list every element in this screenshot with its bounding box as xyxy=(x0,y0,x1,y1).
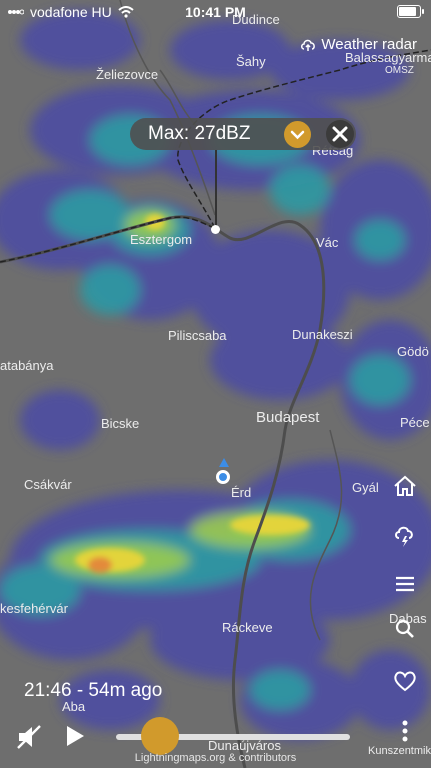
chevron-down-icon[interactable] xyxy=(284,121,311,148)
radar-title[interactable]: Weather radar xyxy=(300,36,417,53)
max-location-dot xyxy=(211,225,220,234)
city-label: Esztergom xyxy=(130,232,192,247)
city-label: Gyál xyxy=(352,480,379,495)
close-icon[interactable] xyxy=(326,120,354,148)
city-label: Csákvár xyxy=(24,477,72,492)
home-icon[interactable] xyxy=(391,472,419,500)
search-icon[interactable] xyxy=(391,615,419,643)
map-credit: Lightningmaps.org & contributors xyxy=(134,752,297,764)
city-label: Vác xyxy=(316,235,339,250)
city-label: Bicske xyxy=(101,416,139,431)
heart-icon[interactable] xyxy=(391,667,419,695)
city-label: Budapest xyxy=(256,409,320,426)
radar-title-label: Weather radar xyxy=(321,36,417,53)
max-pointer-line xyxy=(215,150,217,228)
status-time: 10:41 PM xyxy=(185,4,246,20)
menu-icon[interactable] xyxy=(391,570,419,598)
city-label: Érd xyxy=(231,485,251,500)
timeline-slider-thumb[interactable] xyxy=(141,717,180,755)
mute-icon[interactable] xyxy=(16,724,44,755)
radar-map[interactable]: Dudince Želiezovce Šahy Balassagyarmat O… xyxy=(0,0,431,768)
status-bar: vodafone HU 10:41 PM xyxy=(0,0,431,26)
city-label: kesfehérvár xyxy=(0,601,69,616)
max-reflectivity-box: Max: 27dBZ xyxy=(130,118,356,150)
max-reflectivity-label: Max: 27dBZ xyxy=(148,123,251,144)
city-label: OMSZ xyxy=(385,65,414,76)
city-label: Želiezovce xyxy=(96,67,158,82)
city-label: Šahy xyxy=(236,54,266,69)
city-label: atabánya xyxy=(0,358,54,373)
cloud-upload-icon xyxy=(301,39,316,51)
city-label: Ráckeve xyxy=(222,620,273,635)
play-icon[interactable] xyxy=(64,724,86,753)
city-label: Gödö xyxy=(397,344,429,359)
city-label: Péce xyxy=(400,415,430,430)
battery-icon xyxy=(397,5,424,18)
storm-icon[interactable] xyxy=(391,522,419,550)
city-label: Dunakeszi xyxy=(292,327,353,342)
current-location-icon[interactable] xyxy=(216,470,230,484)
heading-arrow-icon xyxy=(219,458,229,467)
city-label: Piliscsaba xyxy=(168,328,227,343)
radar-time-text: 21:46 - 54m ago xyxy=(24,680,163,701)
